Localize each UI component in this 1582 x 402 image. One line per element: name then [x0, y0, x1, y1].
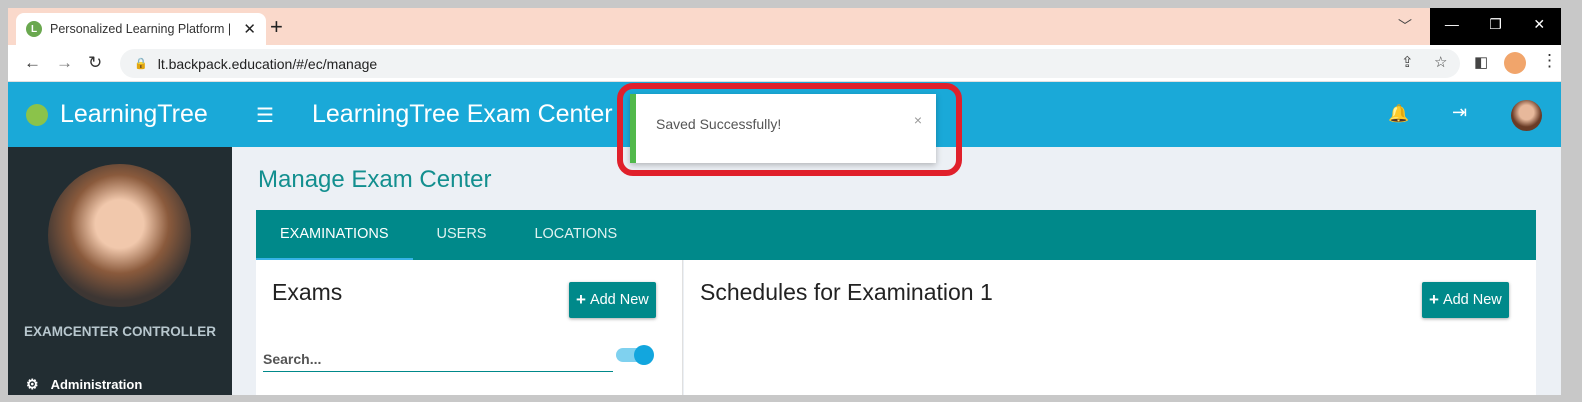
main-content: Manage Exam Center EXAMINATIONS USERS LO… [232, 147, 1561, 395]
user-role: EXAMCENTER CONTROLLER [24, 324, 216, 339]
leaf-logo-icon [26, 103, 48, 126]
exams-title: Exams [272, 279, 343, 305]
lock-icon: 🔒 [134, 58, 148, 70]
tab-users[interactable]: USERS [413, 210, 511, 260]
url-field[interactable]: 🔒 lt.backpack.education/#/ec/manage [120, 49, 1460, 78]
hamburger-menu-icon[interactable]: ☰ [256, 103, 274, 128]
browser-window: L Personalized Learning Platform | ✕ + ﹀… [8, 8, 1561, 395]
favicon-icon: L [26, 21, 42, 37]
new-tab-button[interactable]: + [270, 14, 283, 40]
plus-icon: + [576, 290, 586, 309]
reload-icon[interactable]: ↻ [88, 53, 102, 73]
add-schedule-label: Add New [1442, 292, 1502, 308]
tab-title: Personalized Learning Platform | [50, 22, 232, 36]
share-icon[interactable]: ⇪ [1401, 53, 1414, 71]
sidebar: EXAMCENTER CONTROLLER ⚙ Administration [8, 147, 232, 395]
schedules-title: Schedules for Examination 1 [700, 279, 993, 305]
highlight-annotation [617, 83, 962, 176]
address-bar: ← → ↻ 🔒 lt.backpack.education/#/ec/manag… [8, 45, 1561, 82]
browser-tab[interactable]: L Personalized Learning Platform | ✕ [16, 13, 266, 45]
page-title: Manage Exam Center [258, 166, 492, 193]
tab-examinations[interactable]: EXAMINATIONS [256, 210, 413, 260]
sidebar-item-administration[interactable]: ⚙ Administration [26, 376, 142, 393]
close-window-button[interactable]: ✕ [1517, 8, 1561, 45]
add-schedule-button[interactable]: + Add New [1422, 282, 1509, 318]
sidebar-item-label: Administration [50, 377, 143, 392]
filter-toggle[interactable] [616, 345, 654, 365]
bookmark-star-icon[interactable]: ☆ [1434, 53, 1447, 71]
url-text: lt.backpack.education/#/ec/manage [157, 55, 378, 72]
side-panel-icon[interactable]: ◧ [1474, 53, 1488, 71]
browser-menu-icon[interactable]: ⋮ [1541, 51, 1558, 71]
brand-logo[interactable]: LearningTree [26, 100, 208, 129]
tab-close-icon[interactable]: ✕ [243, 20, 256, 38]
sign-out-icon[interactable]: ⇥ [1452, 102, 1467, 123]
add-exam-button[interactable]: + Add New [569, 282, 656, 318]
plus-icon: + [1429, 290, 1439, 309]
search-input[interactable]: Search... [263, 346, 613, 372]
brand-name: LearningTree [60, 100, 208, 128]
profile-avatar[interactable] [1504, 52, 1526, 74]
exams-panel: Exams + Add New Search... [256, 260, 683, 395]
profile-photo [48, 164, 191, 307]
user-avatar[interactable] [1511, 100, 1542, 131]
schedules-panel: Schedules for Examination 1 + Add New [684, 260, 1536, 395]
tab-strip: L Personalized Learning Platform | ✕ + ﹀… [8, 8, 1561, 45]
minimize-button[interactable]: — [1430, 8, 1474, 45]
bell-icon[interactable]: 🔔 [1388, 104, 1409, 124]
tab-locations[interactable]: LOCATIONS [510, 210, 641, 260]
window-controls: — ❐ ✕ [1430, 8, 1561, 45]
toggle-knob [634, 345, 654, 365]
forward-arrow-icon[interactable]: → [56, 53, 73, 73]
add-exam-label: Add New [589, 292, 649, 308]
back-arrow-icon[interactable]: ← [24, 53, 41, 73]
tab-search-chevron-icon[interactable]: ﹀ [1398, 16, 1412, 36]
gear-icon: ⚙ [26, 376, 39, 392]
tab-bar: EXAMINATIONS USERS LOCATIONS [256, 210, 1536, 260]
app-title: LearningTree Exam Center [312, 100, 613, 128]
restore-button[interactable]: ❐ [1474, 8, 1518, 45]
